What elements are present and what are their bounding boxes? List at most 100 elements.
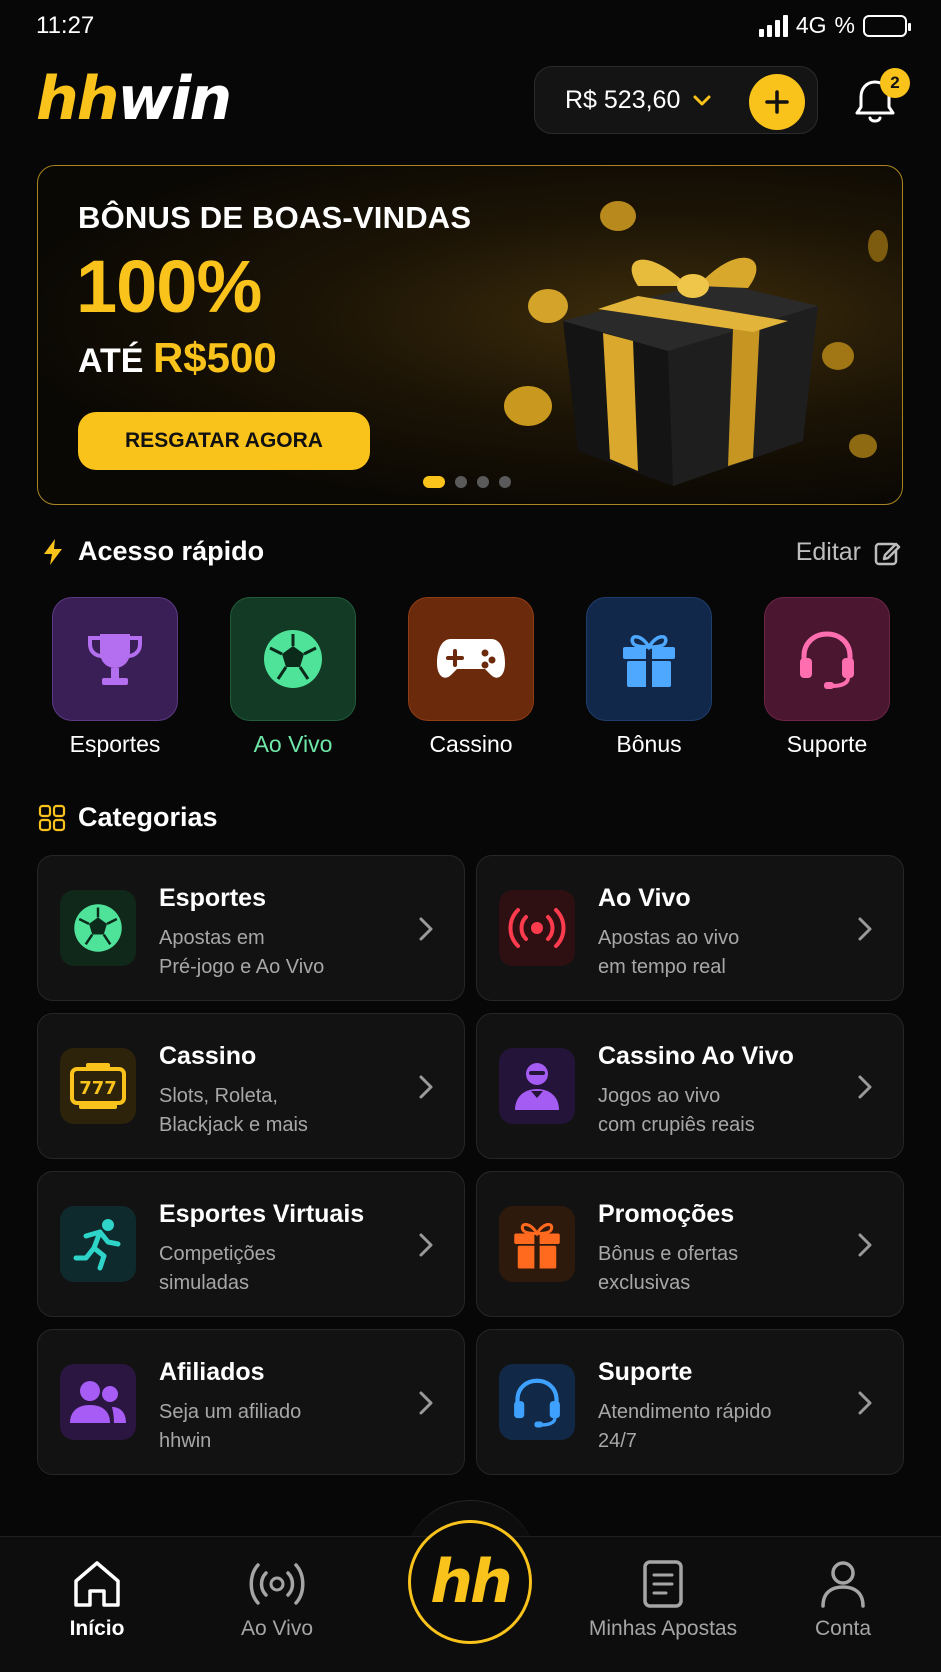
card-description: Slots, Roleta, Blackjack e mais (159, 1085, 308, 1136)
nav-label: Conta (814, 1617, 872, 1640)
quick-label: Bônus (616, 731, 682, 757)
nav-label: Início (69, 1617, 125, 1640)
category-card-sports[interactable]: Esportes Apostas em Pré-jogo e Ao Vivo (37, 855, 465, 1001)
quick-label: Cassino (429, 731, 513, 757)
plus-icon (765, 90, 789, 114)
card-icon-wrap (499, 1048, 575, 1124)
quick-access-heading: Acesso rápido (40, 536, 264, 567)
slot-machine-icon: 777 (70, 1063, 126, 1109)
card-title: Esportes (159, 884, 266, 912)
card-description: Jogos ao vivo com crupiês reais (598, 1085, 755, 1136)
status-time: 11:27 (36, 12, 95, 39)
card-icon-wrap: 777 (60, 1048, 136, 1124)
quick-casino[interactable]: Cassino (408, 597, 534, 758)
quick-live[interactable]: Ao Vivo (230, 597, 356, 758)
card-description: Seja um afiliado hhwin (159, 1401, 302, 1452)
card-title: Esportes Virtuais (159, 1200, 365, 1228)
battery-icon (863, 14, 911, 37)
chevron-right-icon (419, 1233, 433, 1257)
nav-label: Minhas Apostas (588, 1617, 738, 1640)
banner-amount: R$500 (152, 334, 277, 381)
nav-my-bets[interactable]: Minhas Apostas (578, 1559, 748, 1641)
soccer-ball-icon (264, 630, 322, 688)
carousel-dot[interactable] (455, 476, 467, 488)
status-icons: 4G % (758, 12, 911, 39)
quick-tile[interactable] (408, 597, 534, 721)
claim-now-button[interactable]: RESGATAR AGORA (78, 412, 370, 470)
card-description: Bônus e ofertas exclusivas (598, 1243, 739, 1294)
quick-tile[interactable] (764, 597, 890, 721)
category-card-support[interactable]: Suporte Atendimento rápido 24/7 (476, 1329, 904, 1475)
banner-prefix: ATÉ (78, 342, 144, 380)
edit-label: Editar (795, 538, 861, 566)
card-icon-wrap (499, 890, 575, 966)
card-title: Afiliados (159, 1358, 265, 1386)
category-card-virtual-sports[interactable]: Esportes Virtuais Competições simuladas (37, 1171, 465, 1317)
network-percent: % (834, 12, 855, 38)
gamepad-icon (437, 639, 505, 678)
card-icon-wrap (499, 1364, 575, 1440)
broadcast-icon (508, 908, 566, 948)
edit-button[interactable]: Editar (796, 538, 901, 567)
welcome-bonus-banner[interactable]: BÔNUS DE BOAS-VINDAS 100% ATÉ R$500 RESG… (37, 165, 903, 505)
chevron-down-icon (693, 95, 711, 106)
card-title: Promoções (598, 1200, 735, 1228)
category-card-live-casino[interactable]: Cassino Ao Vivo Jogos ao vivo com crupiês… (476, 1013, 904, 1159)
soccer-ball-icon (74, 904, 122, 952)
gift-icon (514, 1223, 560, 1269)
chevron-right-icon (419, 917, 433, 941)
chevron-right-icon (419, 1391, 433, 1415)
network-label: 4G (795, 12, 827, 38)
categories-heading: Categorias (38, 802, 218, 833)
headset-icon (800, 631, 854, 689)
category-card-live[interactable]: Ao Vivo Apostas ao vivo em tempo real (476, 855, 904, 1001)
balance-amount: R$ 523,60 (565, 85, 681, 114)
hhwin-logo[interactable]: hhwin (36, 64, 232, 134)
carousel-dot[interactable] (423, 476, 445, 488)
quick-support[interactable]: Suporte (764, 597, 890, 758)
center-home-button[interactable]: hh (408, 1520, 532, 1644)
quick-tile[interactable] (230, 597, 356, 721)
quick-sports[interactable]: Esportes (52, 597, 178, 758)
card-description: Apostas em Pré-jogo e Ao Vivo (159, 927, 325, 978)
card-title: Cassino (159, 1042, 257, 1070)
card-icon-wrap (499, 1206, 575, 1282)
headset-icon (514, 1378, 560, 1428)
quick-tile[interactable] (52, 597, 178, 721)
card-title: Cassino Ao Vivo (598, 1042, 794, 1070)
gift-icon (623, 635, 675, 687)
deposit-button[interactable] (749, 74, 805, 130)
quick-label: Esportes (69, 731, 161, 757)
carousel-indicator[interactable] (423, 476, 511, 488)
edit-icon (874, 542, 901, 565)
nav-home[interactable]: Início (12, 1559, 182, 1641)
nav-account[interactable]: Conta (758, 1559, 928, 1641)
card-description: Apostas ao vivo em tempo real (598, 927, 740, 978)
balance-selector[interactable]: R$ 523,60 (534, 66, 818, 134)
receipt-icon (643, 1560, 683, 1608)
quick-tile[interactable] (586, 597, 712, 721)
chevron-right-icon (419, 1075, 433, 1099)
home-icon (74, 1561, 120, 1607)
quick-label: Suporte (786, 731, 868, 757)
card-title: Suporte (598, 1358, 693, 1386)
nav-label: Ao Vivo (241, 1617, 313, 1640)
nav-live[interactable]: Ao Vivo (192, 1559, 362, 1641)
svg-text:777: 777 (79, 1078, 117, 1099)
lightning-icon (44, 538, 62, 565)
status-bar: 11:27 4G % (0, 0, 941, 52)
chevron-right-icon (858, 1075, 872, 1099)
category-card-casino[interactable]: 777 Cassino Slots, Roleta, Blackjack e ma… (37, 1013, 465, 1159)
banner-headline: 100% (76, 245, 262, 328)
chevron-right-icon (858, 1391, 872, 1415)
card-icon-wrap (60, 890, 136, 966)
category-card-promotions[interactable]: Promoções Bônus e ofertas exclusivas (476, 1171, 904, 1317)
category-card-affiliates[interactable]: Afiliados Seja um afiliado hhwin (37, 1329, 465, 1475)
banner-subtitle: BÔNUS DE BOAS-VINDAS (78, 200, 472, 235)
quick-label: Ao Vivo (253, 731, 333, 757)
carousel-dot[interactable] (499, 476, 511, 488)
carousel-dot[interactable] (477, 476, 489, 488)
signal-icon (758, 14, 788, 37)
quick-bonus[interactable]: Bônus (586, 597, 712, 758)
banner-amount-line: ATÉ R$500 (78, 334, 277, 382)
